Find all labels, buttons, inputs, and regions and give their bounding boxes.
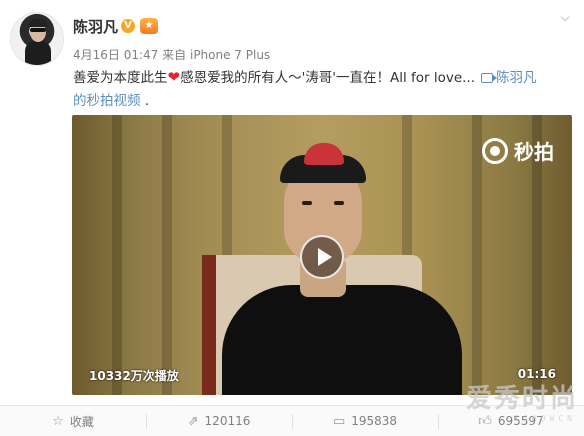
post-text-part1: 善爱为本度此生 [73,70,168,86]
video-link-line1[interactable]: 陈羽凡 [496,70,537,86]
curtain-fold [472,115,482,395]
video-link-line2[interactable]: 的秒拍视频 [73,93,141,109]
post-meta: 4月16日 01:47 来自 iPhone 7 Plus [73,46,270,63]
avatar-hair [29,19,47,27]
favorite-label: 收藏 [69,414,94,429]
post-date[interactable]: 4月16日 01:47 [73,48,158,62]
favorite-button[interactable]: ☆ 收藏 [0,406,146,436]
share-button[interactable]: ⇗ 120116 [146,406,292,436]
person-eye [334,201,344,205]
person-eye [302,201,312,205]
miaopai-logo: 秒拍 [482,136,554,165]
verified-badge-icon[interactable]: V [121,19,135,33]
chair-edge [202,255,216,395]
star-icon: ☆ [52,413,64,429]
video-player[interactable]: 秒拍 10332万次播放 01:16 [72,115,572,395]
medal-icon[interactable]: ★ [140,18,158,34]
person-body [222,285,462,395]
camera-icon [482,137,508,164]
thumbs-up-icon: 👍︎ [478,413,492,429]
watermark-sub: ISHOWCN [514,414,576,423]
watermark: 爱秀时尚 [465,384,578,414]
person-mohawk [304,143,344,165]
chevron-down-icon[interactable]: ⌵ [557,10,573,24]
post-text: 善爱为本度此生❤感恩爱我的所有人～'涛哥'一直在！All for love...… [73,66,568,113]
from-label: 来自 [162,48,187,62]
share-count: 120116 [204,414,251,428]
comment-count: 195838 [351,414,398,428]
avatar-body [25,41,51,65]
avatar-glasses [30,28,46,32]
user-avatar[interactable] [10,12,64,66]
heart-icon: ❤ [167,68,181,86]
curtain-fold [112,115,122,395]
miaopai-brand: 秒拍 [514,140,554,164]
play-button[interactable] [300,235,344,279]
share-icon: ⇗ [187,413,199,429]
comment-button[interactable]: ▭ 195838 [292,406,438,436]
comment-icon: ▭ [332,413,346,429]
username[interactable]: 陈羽凡 [73,16,118,37]
post-text-part2: 感恩爱我的所有人～'涛哥'一直在！All for love... [180,70,476,86]
view-count: 10332万次播放 [89,369,179,383]
post-trailing: . [140,93,150,109]
video-link-icon [481,73,498,83]
curtain-fold [162,115,172,395]
post-source[interactable]: iPhone 7 Plus [190,48,270,62]
